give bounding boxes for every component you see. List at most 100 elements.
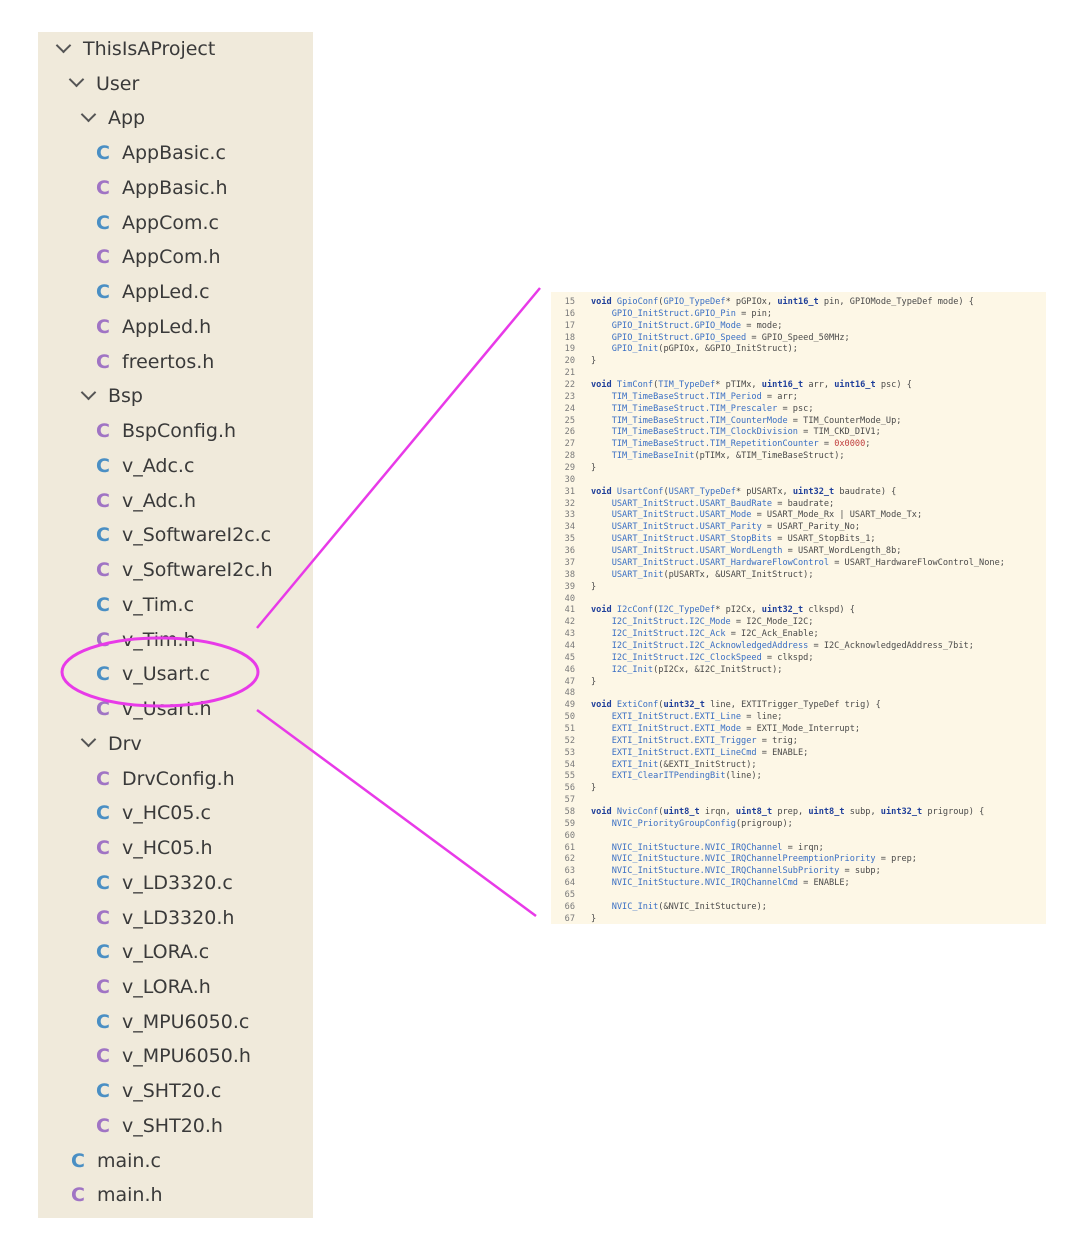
c-source-file-icon: C (96, 1080, 110, 1103)
code-line: 27 TIM_TimeBaseStruct.TIM_RepetitionCoun… (551, 438, 871, 450)
code-token: EXTI_InitStruct.EXTI_Line (611, 712, 742, 723)
code-token: GpioConf (616, 297, 659, 307)
chevron-down-icon[interactable] (80, 384, 97, 401)
code-token: uint32_t (761, 605, 804, 616)
tree-file-v-ld3320-h[interactable]: Cv_LD3320.h (38, 901, 371, 935)
code-token: EXTI_InitStruct.EXTI_Trigger (611, 735, 757, 746)
tree-item-label: v_MPU6050.h (122, 1045, 251, 1068)
tree-file-drvconfig-h[interactable]: C DrvConfig.h (38, 762, 371, 796)
c-header-file-icon: C (96, 975, 110, 998)
c-source-file-icon: C (96, 524, 110, 547)
tree-item-label: v_SoftwareI2c.h (122, 559, 273, 582)
chevron-down-icon[interactable] (55, 37, 72, 53)
tree-folder-bsp[interactable]: Bsp (38, 379, 358, 413)
tree-folder-drv[interactable]: Drv (38, 727, 358, 761)
code-token: GPIO_InitStruct.GPIO_Speed (611, 332, 747, 343)
tree-item-label: User (96, 72, 140, 95)
tree-file-main-c[interactable]: Cmain.c (38, 1144, 346, 1178)
chevron-down-icon[interactable] (68, 71, 85, 88)
code-line: 17 GPIO_InitStruct.GPIO_Mode = mode; (551, 320, 783, 332)
code-token: I2C_InitStruct.I2C_AcknowledgedAddress (611, 640, 809, 651)
c-source-file-icon: C (96, 593, 110, 616)
line-number: 56 (564, 783, 575, 794)
tree-file-appbasic-c[interactable]: C AppBasic.c (38, 136, 371, 170)
code-line: 61 NVIC_InitStucture.NVIC_IRQChannel = i… (551, 842, 824, 854)
tree-file-v-softwarei2c-c[interactable]: Cv_SoftwareI2c.c (38, 518, 371, 552)
line-number: 20 (564, 356, 575, 367)
tree-file-appled-c[interactable]: C AppLed.c (38, 275, 371, 309)
tree-file-appled-h[interactable]: C AppLed.h (38, 310, 371, 344)
tree-file-freertos-h[interactable]: Cfreertos.h (38, 345, 371, 379)
tree-file-v-tim-h[interactable]: Cv_Tim.h (38, 623, 371, 657)
line-number: 44 (564, 640, 575, 651)
tree-file-v-usart-h[interactable]: Cv_Usart.h (38, 692, 371, 726)
tree-file-v-lora-c[interactable]: Cv_LORA.c (38, 935, 371, 969)
code-token: uint32_t (792, 486, 835, 497)
tree-folder-thisisaproject[interactable]: ThisIsAProject (38, 32, 333, 66)
chevron-down-icon[interactable] (80, 732, 97, 748)
tree-file-v-tim-c[interactable]: Cv_Tim.c (38, 588, 371, 622)
tree-file-v-sht20-h[interactable]: Cv_SHT20.h (38, 1109, 371, 1143)
line-number: 23 (564, 391, 575, 402)
line-number: 21 (564, 368, 575, 379)
line-number: 54 (564, 759, 575, 770)
line-number: 48 (564, 688, 575, 699)
code-token: = TIM_CKD_DIV1; (797, 427, 881, 438)
c-source-file-icon: C (96, 941, 110, 964)
tree-file-v-mpu6050-c[interactable]: Cv_MPU6050.c (38, 1005, 371, 1039)
tree-file-v-softwarei2c-h[interactable]: Cv_SoftwareI2c.h (38, 553, 371, 587)
line-number: 39 (564, 581, 575, 592)
code-line: 33 USART_InitStruct.USART_Mode = USART_M… (551, 509, 923, 521)
tree-file-bspconfig-h[interactable]: C BspConfig.h (38, 414, 371, 448)
tree-file-appbasic-h[interactable]: C AppBasic.h (38, 171, 371, 205)
line-number: 60 (564, 830, 575, 841)
tree-file-main-h[interactable]: Cmain.h (38, 1178, 346, 1212)
code-line: 23 TIM_TimeBaseStruct.TIM_Period = arr; (551, 391, 798, 403)
tree-file-v-hc05-c[interactable]: Cv_HC05.c (38, 796, 371, 830)
c-source-file-icon: C (96, 871, 110, 894)
code-line: 49 void ExtiConf(uint32_t line, EXTITrigg… (551, 699, 881, 711)
tree-file-v-ld3320-c[interactable]: Cv_LD3320.c (38, 866, 371, 900)
tree-folder-app[interactable]: App (38, 101, 358, 135)
code-token: * pUSARTx, (735, 486, 793, 497)
tree-file-v-hc05-h[interactable]: Cv_HC05.h (38, 831, 371, 865)
tree-file-appcom-c[interactable]: C AppCom.c (38, 206, 371, 240)
code-token: uint8_t (735, 806, 773, 817)
tree-item-label: v_SHT20.c (122, 1080, 222, 1103)
line-number: 37 (564, 557, 575, 568)
tree-file-v-adc-h[interactable]: Cv_Adc.h (38, 484, 371, 518)
tree-item-label: ThisIsAProject (83, 38, 216, 60)
code-token: NVIC_InitStucture.NVIC_IRQChannelPreempt… (611, 854, 876, 865)
tree-folder-user[interactable]: User (38, 67, 346, 101)
line-number: 36 (564, 546, 575, 557)
tree-item-label: v_Tim.c (122, 593, 195, 616)
tree-file-v-usart-c[interactable]: Cv_Usart.c (38, 657, 371, 691)
tree-file-v-mpu6050-h[interactable]: Cv_MPU6050.h (38, 1039, 371, 1073)
code-line: 38 USART_Init(pUSARTx, &USART_InitStruct… (551, 569, 814, 581)
tree-file-v-lora-h[interactable]: Cv_LORA.h (38, 970, 371, 1004)
code-token: = prep; (875, 854, 917, 865)
code-token: GPIO_Init (611, 344, 659, 355)
tree-file-appcom-h[interactable]: C AppCom.h (38, 240, 371, 274)
tree-file-v-adc-c[interactable]: Cv_Adc.c (38, 449, 371, 483)
chevron-down-icon[interactable] (80, 106, 97, 123)
code-line: 34 USART_InitStruct.USART_Parity = USART… (551, 521, 860, 533)
c-header-file-icon: C (96, 315, 110, 338)
tree-file-v-sht20-c[interactable]: Cv_SHT20.c (38, 1074, 371, 1108)
code-token: = USART_Parity_No; (761, 522, 861, 533)
line-number: 16 (564, 308, 575, 319)
line-number: 30 (564, 474, 575, 485)
code-line: 60 (551, 830, 591, 842)
code-token: NVIC_InitStucture.NVIC_IRQChannel (611, 842, 783, 853)
code-token: EXTI_InitStruct.EXTI_LineCmd (611, 747, 757, 758)
code-token: (pTIMx, &TIM_TimeBaseStruct); (694, 451, 845, 462)
code-line: 39} (551, 581, 597, 593)
code-token: * pTIMx, (715, 380, 762, 391)
c-header-file-icon: C (71, 1184, 85, 1207)
